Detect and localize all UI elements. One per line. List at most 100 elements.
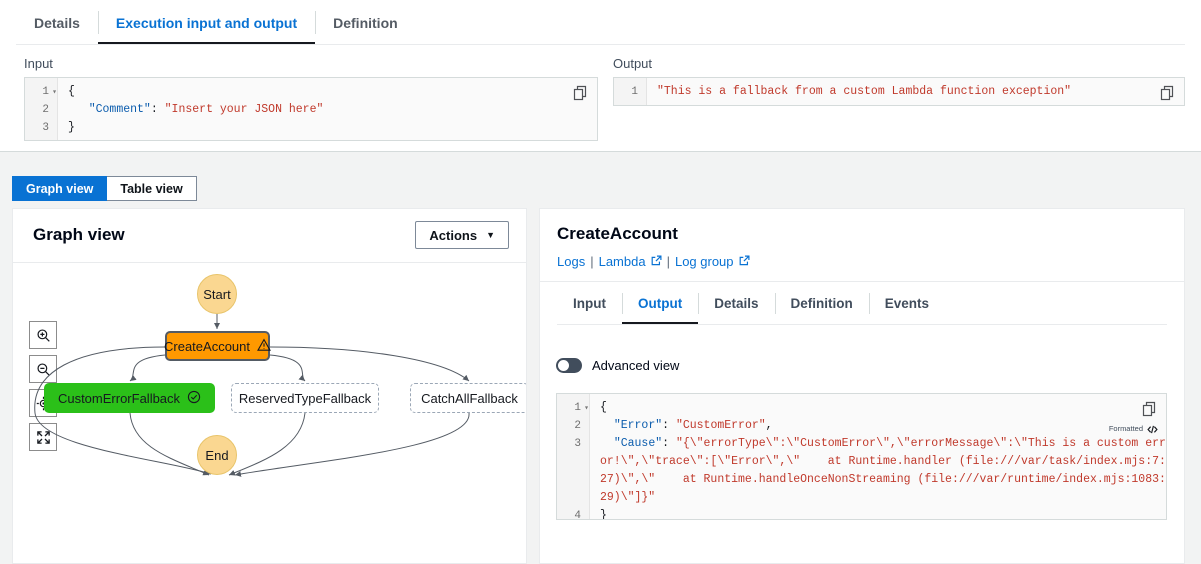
tab-execution-input-and-output[interactable]: Execution input and output	[98, 0, 315, 45]
tab-details[interactable]: Details	[16, 0, 98, 45]
logs-link[interactable]: Logs	[557, 254, 585, 269]
graph-node-catch-all-fallback[interactable]: CatchAllFallback	[410, 383, 526, 413]
tab-definition[interactable]: Definition	[315, 0, 416, 45]
output-label: Output	[613, 56, 1185, 71]
graph-node-start[interactable]: Start	[197, 274, 237, 314]
graph-canvas[interactable]: Start CreateAccount CustomErrorFallback Res…	[13, 263, 526, 564]
input-code-rows: 1▾{2 "Comment": "Insert your JSON here"3…	[25, 78, 597, 141]
tab-state-events[interactable]: Events	[869, 282, 945, 325]
tab-state-definition[interactable]: Definition	[775, 282, 869, 325]
graph-node-reserved-type-fallback[interactable]: ReservedTypeFallback	[231, 383, 379, 413]
line-number: 3	[557, 435, 590, 507]
top-tab-bar: Details Execution input and output Defin…	[16, 0, 416, 45]
graph-node-label: ReservedTypeFallback	[239, 391, 371, 406]
line-number: 1▾	[557, 399, 590, 417]
code-line-text: "Error": "CustomError",	[590, 417, 773, 435]
output-code-line: 1"This is a fallback from a custom Lambd…	[614, 83, 1184, 101]
graph-view-toggle[interactable]: Graph view	[12, 176, 107, 201]
graph-node-label: CustomErrorFallback	[58, 391, 180, 406]
state-output-code-line: 2 "Error": "CustomError",	[557, 417, 1166, 435]
execution-io-panel: Details Execution input and output Defin…	[0, 0, 1201, 152]
graph-node-label: CreateAccount	[164, 339, 250, 354]
table-view-toggle[interactable]: Table view	[107, 176, 196, 201]
input-label: Input	[24, 56, 598, 71]
fold-caret-icon[interactable]: ▾	[52, 84, 57, 102]
tab-state-definition-label: Definition	[791, 296, 853, 311]
graph-view-toggle-label: Graph view	[26, 182, 93, 196]
line-number: 4	[557, 507, 590, 520]
advanced-view-row: Advanced view	[556, 358, 679, 373]
tab-state-input[interactable]: Input	[557, 282, 622, 325]
line-number: 2	[557, 417, 590, 435]
state-detail-tab-bar: Input Output Details Definition Events	[557, 282, 1167, 326]
graph-panel-header: Graph view Actions ▼	[13, 209, 526, 263]
tab-bar-divider	[16, 44, 1185, 45]
tab-details-label: Details	[34, 15, 80, 31]
graph-node-label: End	[205, 448, 228, 463]
tab-state-details[interactable]: Details	[698, 282, 774, 325]
advanced-view-label: Advanced view	[592, 358, 679, 373]
code-line-text: }	[590, 507, 607, 520]
graph-view-panel: Graph view Actions ▼	[12, 208, 527, 564]
actions-button[interactable]: Actions ▼	[415, 221, 509, 249]
state-detail-links: Logs | Lambda | Log group	[557, 254, 750, 269]
line-number: 2	[25, 101, 58, 119]
warning-triangle-icon	[257, 338, 271, 355]
log-group-link[interactable]: Log group	[675, 254, 734, 269]
code-brackets-icon	[1147, 424, 1158, 435]
graph-node-end[interactable]: End	[197, 435, 237, 475]
formatted-badge[interactable]: Formatted	[1109, 420, 1158, 438]
state-detail-header: CreateAccount Logs | Lambda | Log group	[540, 209, 1184, 282]
input-code-line: 1▾{	[25, 83, 597, 101]
toggle-knob	[558, 360, 569, 371]
check-circle-icon	[187, 390, 201, 407]
graph-node-label: Start	[203, 287, 230, 302]
state-output-code-line: 1▾{	[557, 399, 1166, 417]
code-line-text: "Comment": "Insert your JSON here"	[58, 101, 323, 119]
output-code-rows: 1"This is a fallback from a custom Lambd…	[614, 78, 1184, 106]
state-tab-divider	[557, 324, 1167, 325]
state-output-code-box[interactable]: 1▾{2 "Error": "CustomError",3 "Cause": "…	[556, 393, 1167, 520]
chevron-down-icon: ▼	[486, 230, 495, 240]
input-code-line: 3}	[25, 119, 597, 137]
tab-state-output[interactable]: Output	[622, 282, 698, 325]
graph-node-label: CatchAllFallback	[421, 391, 518, 406]
lambda-link[interactable]: Lambda	[599, 254, 646, 269]
tab-definition-label: Definition	[333, 15, 398, 31]
copy-icon[interactable]	[1160, 85, 1176, 101]
line-number: 3	[25, 119, 58, 137]
state-output-code-rows: 1▾{2 "Error": "CustomError",3 "Cause": "…	[557, 394, 1166, 520]
output-code-box[interactable]: 1"This is a fallback from a custom Lambd…	[613, 77, 1185, 106]
line-number: 1	[614, 83, 647, 101]
actions-button-label: Actions	[429, 228, 477, 243]
input-code-line: 2 "Comment": "Insert your JSON here"	[25, 101, 597, 119]
graph-edges	[13, 263, 526, 564]
link-separator: |	[590, 254, 593, 269]
code-line-text: {	[590, 399, 607, 417]
graph-panel-title: Graph view	[33, 225, 125, 245]
graph-node-create-account[interactable]: CreateAccount	[165, 331, 270, 361]
advanced-view-toggle[interactable]	[556, 358, 582, 373]
formatted-badge-label: Formatted	[1109, 420, 1143, 438]
link-separator: |	[667, 254, 670, 269]
output-column: Output 1"This is a fallback from a custo…	[613, 56, 1185, 106]
state-output-code-line: 3 "Cause": "{\"errorType\":\"CustomError…	[557, 435, 1166, 507]
tab-state-output-label: Output	[638, 296, 682, 311]
view-switcher: Graph view Table view	[12, 176, 197, 201]
external-link-icon[interactable]	[651, 254, 662, 269]
input-column: Input 1▾{2 "Comment": "Insert your JSON …	[24, 56, 598, 141]
input-code-box[interactable]: 1▾{2 "Comment": "Insert your JSON here"3…	[24, 77, 598, 141]
code-line-text: "Cause": "{\"errorType\":\"CustomError\"…	[590, 435, 1166, 507]
graph-node-custom-error-fallback[interactable]: CustomErrorFallback	[44, 383, 215, 413]
code-line-text: "This is a fallback from a custom Lambda…	[647, 83, 1071, 101]
code-line-text: {	[58, 83, 75, 101]
external-link-icon[interactable]	[739, 254, 750, 269]
line-number: 1▾	[25, 83, 58, 101]
tab-execution-input-and-output-label: Execution input and output	[116, 15, 297, 31]
tab-state-events-label: Events	[885, 296, 929, 311]
state-output-code-line: 4}	[557, 507, 1166, 520]
copy-icon[interactable]	[573, 85, 589, 101]
tab-state-details-label: Details	[714, 296, 758, 311]
fold-caret-icon[interactable]: ▾	[584, 400, 589, 418]
copy-icon[interactable]	[1142, 401, 1158, 417]
